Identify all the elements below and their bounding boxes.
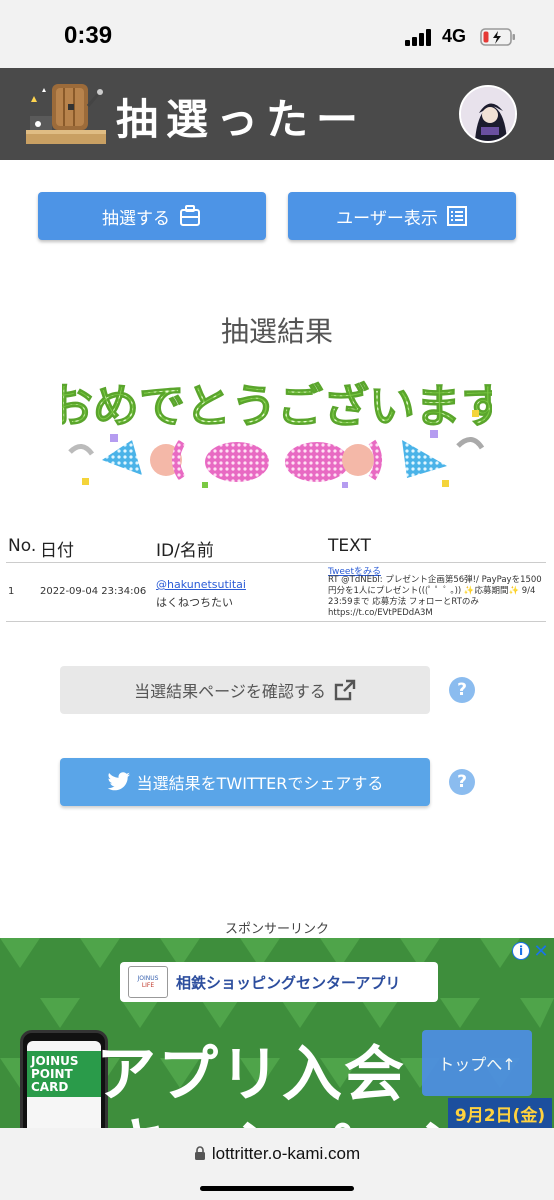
site-title[interactable]: 抽選ったー [116,86,366,147]
url-display[interactable]: lottritter.o-kami.com [0,1144,554,1164]
row-date: 2022-09-04 23:34:06 [40,586,147,597]
lottery-box-icon [180,205,200,226]
lock-icon [194,1146,205,1160]
table-header-id: ID/名前 [156,541,214,561]
ad-close-icon[interactable]: ✕ [530,940,552,962]
external-link-icon [334,679,356,701]
table-header-date: 日付 [40,541,74,561]
browser-url-bar[interactable]: lottritter.o-kami.com [0,1128,554,1200]
app-header: 抽選ったー [0,68,554,160]
row-number: 1 [8,586,15,597]
user-display-button[interactable]: ユーザー表示 [288,192,516,240]
table-header-divider [6,562,546,563]
confirm-result-page-button[interactable]: 当選結果ページを確認する [60,666,430,714]
help-icon[interactable]: ? [449,769,475,795]
share-twitter-button[interactable]: 当選結果をTWITTERでシェアする [60,758,430,806]
ad-info-icon[interactable]: i [512,942,530,960]
network-type: 4G [442,26,467,46]
congrats-text: おめでとうございます [62,379,492,433]
sponsor-label: スポンサーリンク [224,922,329,937]
ad-title-text: 相鉄ショッピングセンターアプリ [176,973,401,992]
row-tweet-text: RT @TdNEbl: プレゼント企画第56弾!/ PayPayを1500円分を… [328,575,542,618]
twitter-icon [107,772,130,791]
table-header-no: No. [8,536,37,556]
status-bar: 0:39 4G [0,0,554,68]
battery-icon [480,28,515,46]
user-avatar[interactable] [459,85,517,143]
ad-phone-image: JOINUS POINT CARD [20,1030,108,1138]
signal-icon [405,28,435,46]
lottery-machine-logo[interactable] [24,78,108,150]
status-time: 0:39 [64,22,113,49]
ad-brand-logo: JOINUS LIFE [128,966,168,998]
draw-button-label: 抽選する [102,208,170,229]
share-twitter-label: 当選結果をTWITTERでシェアする [136,774,384,793]
draw-button[interactable]: 抽選する [38,192,266,240]
ad-date: 9月2日(金) [448,1098,552,1128]
result-title: 抽選結果 [220,315,333,348]
row-user-id-link[interactable]: @hakunetsutitai [156,578,246,591]
ad-title-banner: JOINUS LIFE 相鉄ショッピングセンターアプリ [120,962,438,1002]
back-to-top-button[interactable]: トップへ↑ [422,1030,532,1096]
table-header-text: TEXT [328,536,371,556]
help-icon[interactable]: ? [449,677,475,703]
confirm-result-label: 当選結果ページを確認する [134,682,326,701]
table-row-divider [6,621,546,622]
ad-phone-text: JOINUS POINT CARD [27,1051,101,1097]
congratulations-banner: おめでとうございます [62,379,492,488]
url-text: lottritter.o-kami.com [211,1144,361,1163]
home-indicator [200,1186,354,1191]
row-user-name: はくねつちたい [156,596,233,609]
list-icon [446,206,467,226]
user-display-label: ユーザー表示 [336,208,438,229]
